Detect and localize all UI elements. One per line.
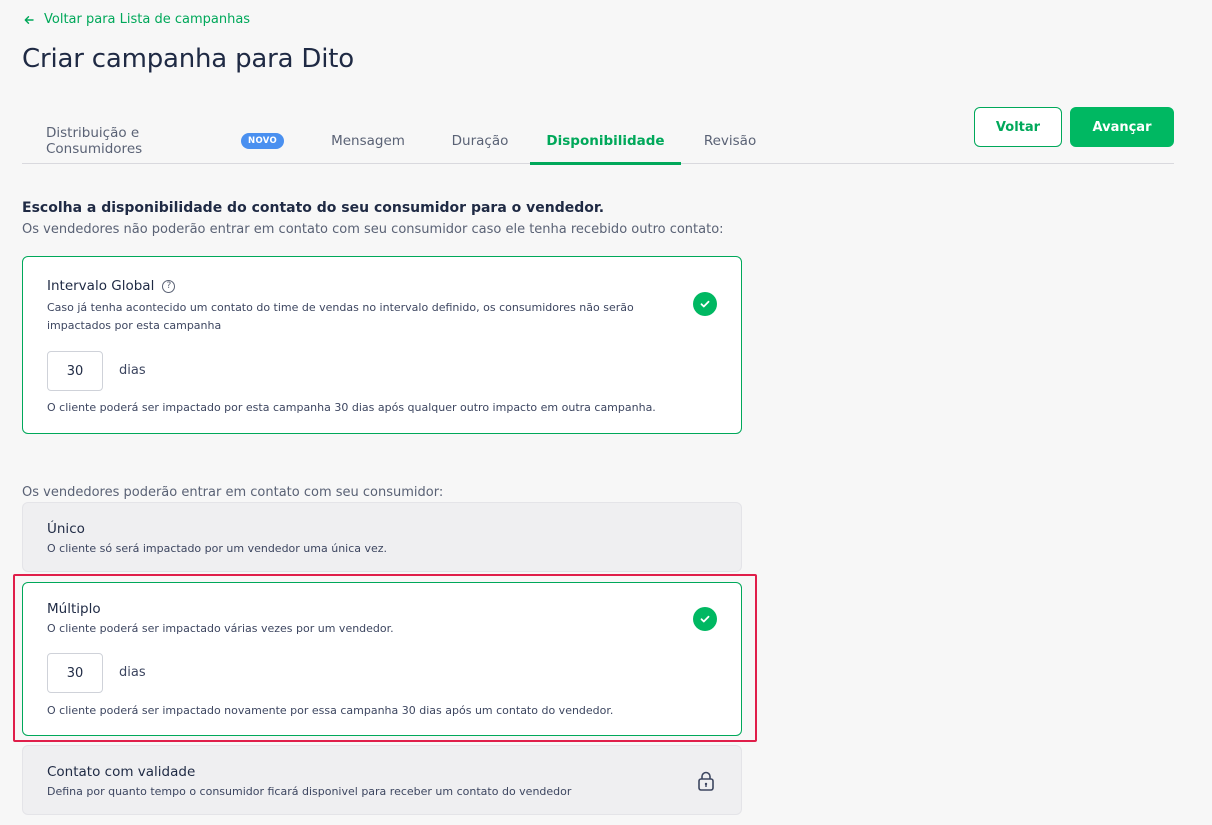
option-contato-validade-card[interactable]: Contato com validade Defina por quanto t… [22, 745, 742, 815]
tab-label: Mensagem [331, 133, 405, 149]
tab-duracao[interactable]: Duração [451, 118, 509, 164]
option-unico-title: Único [47, 521, 85, 537]
tab-label: Revisão [703, 133, 757, 149]
back-link-label: Voltar para Lista de campanhas [44, 12, 251, 27]
option-multiplo-description: O cliente poderá ser impactado várias ve… [47, 622, 394, 635]
tab-label: Disponibilidade [546, 133, 665, 149]
global-interval-title: Intervalo Global [47, 278, 155, 294]
global-interval-title-row: Intervalo Global ? [47, 278, 176, 294]
option-validade-description: Defina por quanto tempo o consumidor fic… [47, 785, 572, 798]
next-button[interactable]: Avançar [1070, 107, 1174, 147]
option-multiplo-card[interactable]: Múltiplo O cliente poderá ser impactado … [22, 582, 742, 736]
tab-distribuicao-consumidores[interactable]: Distribuição e Consumidores NOVO [46, 118, 284, 164]
tab-mensagem[interactable]: Mensagem [331, 118, 405, 164]
tab-label: Distribuição e Consumidores [46, 125, 143, 157]
section-subtitle: Os vendedores não poderão entrar em cont… [22, 222, 724, 237]
days-unit-label: dias [119, 363, 146, 378]
option-unico-card[interactable]: Único O cliente só será impactado por um… [22, 502, 742, 572]
tab-label: Duração [451, 133, 509, 149]
global-interval-description: Caso já tenha acontecido um contato do t… [47, 301, 634, 332]
global-interval-days-input[interactable] [47, 351, 103, 391]
selected-check-icon [693, 292, 717, 316]
new-badge: NOVO [241, 133, 284, 149]
tab-revisao[interactable]: Revisão [704, 118, 756, 164]
option-validade-title: Contato com validade [47, 764, 196, 780]
days-unit-label: dias [119, 665, 146, 680]
arrow-left-icon [24, 15, 34, 24]
option-unico-description: O cliente só será impactado por um vende… [47, 542, 388, 555]
global-interval-card[interactable]: Intervalo Global ? Caso já tenha acontec… [22, 256, 742, 434]
lock-icon [698, 771, 714, 791]
tab-disponibilidade[interactable]: Disponibilidade [530, 118, 681, 165]
option-multiplo-days-input[interactable] [47, 653, 103, 693]
option-multiplo-note: O cliente poderá ser impactado novamente… [47, 704, 614, 717]
help-icon[interactable]: ? [162, 279, 176, 293]
selected-check-icon [693, 607, 717, 631]
contact-options-label: Os vendedores poderão entrar em contato … [22, 485, 444, 500]
campaign-page: Voltar para Lista de campanhas Criar cam… [0, 0, 1212, 825]
back-to-campaign-list-link[interactable]: Voltar para Lista de campanhas [24, 12, 250, 27]
global-interval-note: O cliente poderá ser impactado por esta … [47, 401, 656, 414]
page-title: Criar campanha para Dito [22, 44, 354, 74]
section-title: Escolha a disponibilidade do contato do … [22, 200, 605, 216]
back-button[interactable]: Voltar [974, 107, 1062, 147]
option-multiplo-title: Múltiplo [47, 601, 101, 617]
